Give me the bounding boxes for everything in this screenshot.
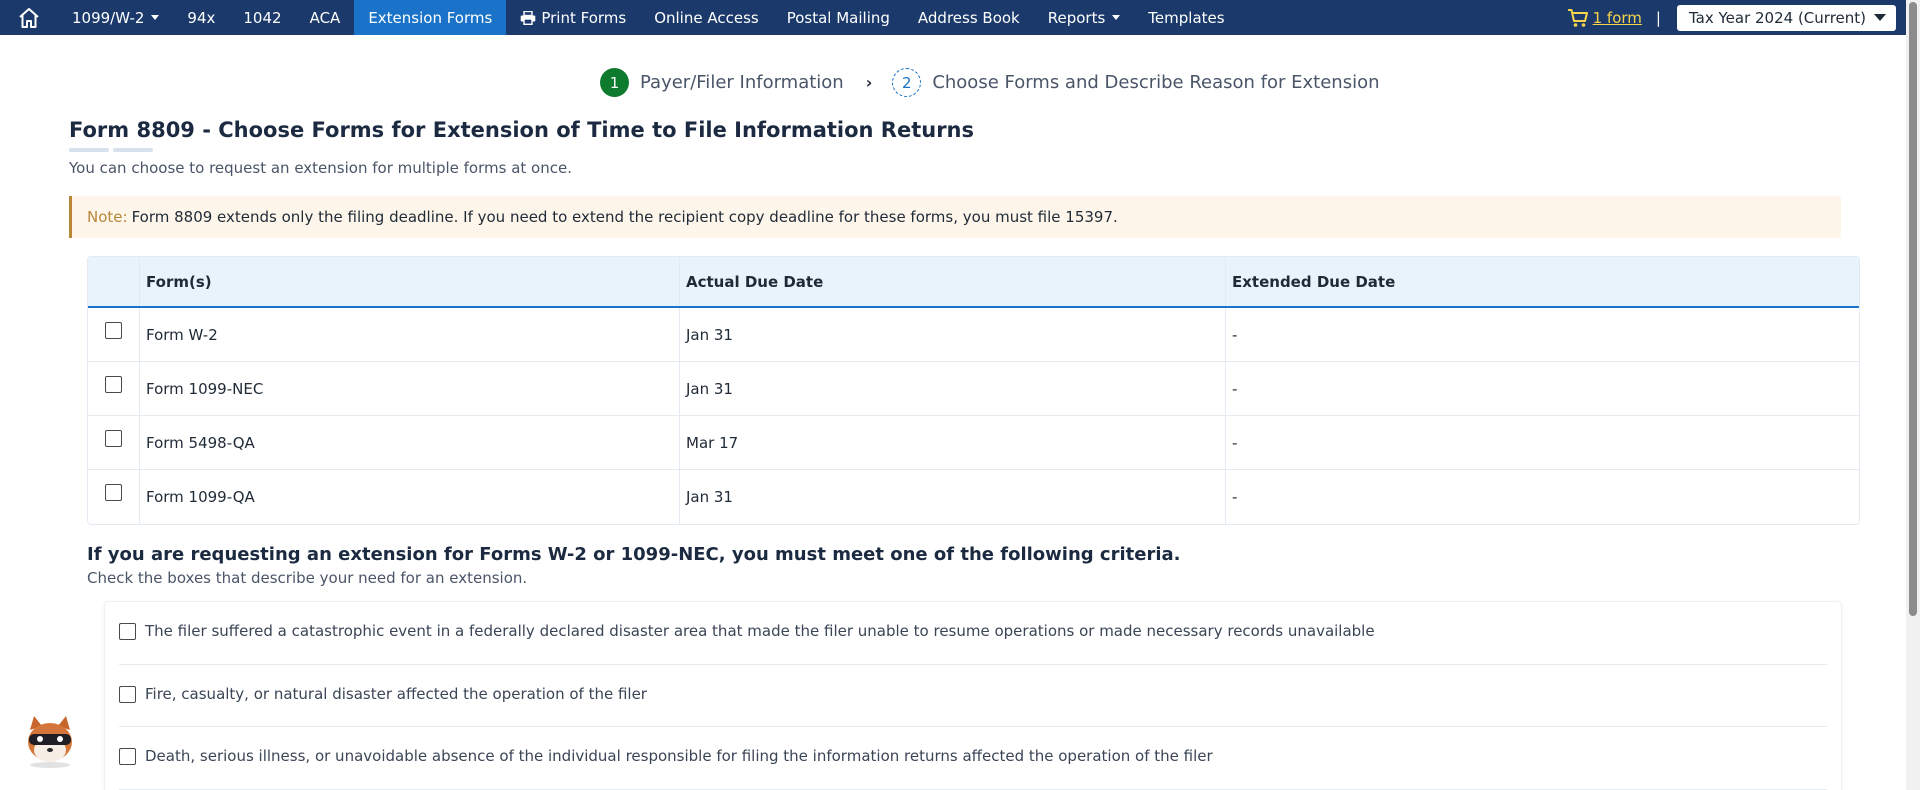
row-select-cell [88,362,140,415]
form-1099-nec-checkbox[interactable] [105,376,122,393]
nav-item-templates[interactable]: Templates [1134,0,1238,35]
criteria-item-death-illness[interactable]: Death, serious illness, or unavoidable a… [119,747,1827,765]
step-number-badge: 2 [892,68,922,97]
table-header-row: Form(s) Actual Due Date Extended Due Dat… [88,257,1859,308]
nav-item-label: Address Book [917,8,1020,27]
criteria-checkbox[interactable] [119,685,136,703]
extended-date-cell: - [1232,325,1238,344]
due-date-cell: Jan 31 [680,362,1226,415]
due-date-cell: Jan 31 [680,308,1226,361]
page-subtitle: You can choose to request an extension f… [69,159,572,177]
form-1099-qa-checkbox[interactable] [105,484,122,501]
criteria-label: Death, serious illness, or unavoidable a… [145,747,1213,765]
extended-date-cell: - [1232,379,1238,398]
step-number-badge: 1 [600,68,629,97]
nav-item-1042[interactable]: 1042 [229,0,295,35]
divider [119,726,1827,727]
nav-item-address-book[interactable]: Address Book [904,0,1034,35]
criteria-item-fire-casualty[interactable]: Fire, casualty, or natural disaster affe… [119,685,1827,703]
row-select-cell [88,308,140,361]
form-5498-qa-checkbox[interactable] [105,430,122,447]
page-title: Form 8809 - Choose Forms for Extension o… [69,118,975,142]
nav-item-label: Templates [1148,8,1225,27]
extended-date-cell: - [1232,433,1238,452]
assistant-mascot-icon[interactable] [20,710,80,770]
note-text: Form 8809 extends only the filing deadli… [131,208,1118,226]
row-select-cell [88,416,140,469]
nav-item-postal-mailing[interactable]: Postal Mailing [773,0,904,35]
nav-item-label: Postal Mailing [786,8,890,27]
cart-label: 1 form [1592,8,1642,27]
top-navigation-bar: 1099/W-2 94x 1042 ACA Extension Forms Pr… [0,0,1906,35]
nav-item-online-access[interactable]: Online Access [640,0,773,35]
nav-item-94x[interactable]: 94x [173,0,229,35]
page-scrollbar[interactable] [1906,0,1920,790]
nav-item-1099-w2[interactable]: 1099/W-2 [58,0,173,35]
criteria-heading: If you are requesting an extension for F… [87,544,1181,565]
column-header-extended-due-date: Extended Due Date [1232,272,1396,291]
note-banner: Note: Form 8809 extends only the filing … [69,196,1841,238]
scrollbar-thumb[interactable] [1909,2,1917,616]
criteria-label: The filer suffered a catastrophic event … [145,622,1375,640]
table-row: Form 1099-QA Jan 31 - [88,470,1859,524]
due-date-cell: Jan 31 [680,470,1226,524]
divider [119,664,1827,665]
form-name-cell: Form W-2 [140,308,680,361]
criteria-checkbox[interactable] [119,622,136,640]
nav-item-label: Extension Forms [368,8,493,27]
chevron-down-icon [1112,15,1121,20]
form-name-cell: Form 1099-NEC [140,362,680,415]
nav-item-print-forms[interactable]: Print Forms [506,0,640,35]
forms-table: Form(s) Actual Due Date Extended Due Dat… [87,256,1860,525]
nav-item-label: Reports [1047,8,1106,27]
nav-item-label: Print Forms [541,8,627,27]
extended-date-cell: - [1232,488,1238,506]
note-label: Note: [87,208,128,226]
table-row: Form 1099-NEC Jan 31 - [88,362,1859,416]
nav-item-label: 1099/W-2 [72,8,145,27]
cart-link[interactable]: 1 form [1567,8,1642,28]
criteria-subheading: Check the boxes that describe your need … [87,569,528,587]
nav-item-label: 94x [187,8,216,27]
nav-item-label: Online Access [654,8,759,27]
nav-item-aca[interactable]: ACA [296,0,355,35]
nav-item-label: ACA [309,8,341,27]
criteria-checkbox[interactable] [119,747,136,765]
column-header-actual-due-date: Actual Due Date [680,257,1226,306]
step-payer-filer-information[interactable]: 1 Payer/Filer Information [600,68,844,97]
form-name-cell: Form 1099-QA [140,470,680,524]
form-w2-checkbox[interactable] [105,322,122,339]
step-label: Choose Forms and Describe Reason for Ext… [932,72,1380,93]
tax-year-select[interactable]: Tax Year 2024 (Current) [1676,4,1896,31]
home-button[interactable] [0,0,58,35]
progress-stepper: 1 Payer/Filer Information › 2 Choose For… [600,68,1380,97]
title-decoration [69,148,109,152]
chevron-right-icon: › [865,73,873,92]
nav-item-extension-forms[interactable]: Extension Forms [354,0,507,35]
tax-year-label: Tax Year 2024 (Current) [1688,8,1866,27]
step-choose-forms[interactable]: 2 Choose Forms and Describe Reason for E… [892,68,1380,97]
column-header-forms: Form(s) [140,257,680,306]
criteria-label: Fire, casualty, or natural disaster affe… [145,685,647,703]
table-row: Form 5498-QA Mar 17 - [88,416,1859,470]
chevron-down-icon [151,15,160,20]
chevron-down-icon [1874,14,1886,21]
header-select-cell [88,257,140,306]
nav-item-label: 1042 [243,8,282,27]
title-decoration [113,148,153,152]
nav-item-reports[interactable]: Reports [1034,0,1135,35]
form-name-cell: Form 5498-QA [140,416,680,469]
criteria-item-catastrophic-event[interactable]: The filer suffered a catastrophic event … [119,622,1827,640]
table-row: Form W-2 Jan 31 - [88,308,1859,362]
nav-right-group: 1 form | Tax Year 2024 (Current) [1567,0,1906,35]
row-select-cell [88,470,140,524]
nav-separator: | [1655,8,1661,27]
home-icon [19,7,39,28]
printer-icon [521,10,536,25]
step-label: Payer/Filer Information [640,72,844,93]
cart-icon [1567,8,1588,27]
criteria-list: The filer suffered a catastrophic event … [104,601,1842,790]
due-date-cell: Mar 17 [680,416,1226,469]
